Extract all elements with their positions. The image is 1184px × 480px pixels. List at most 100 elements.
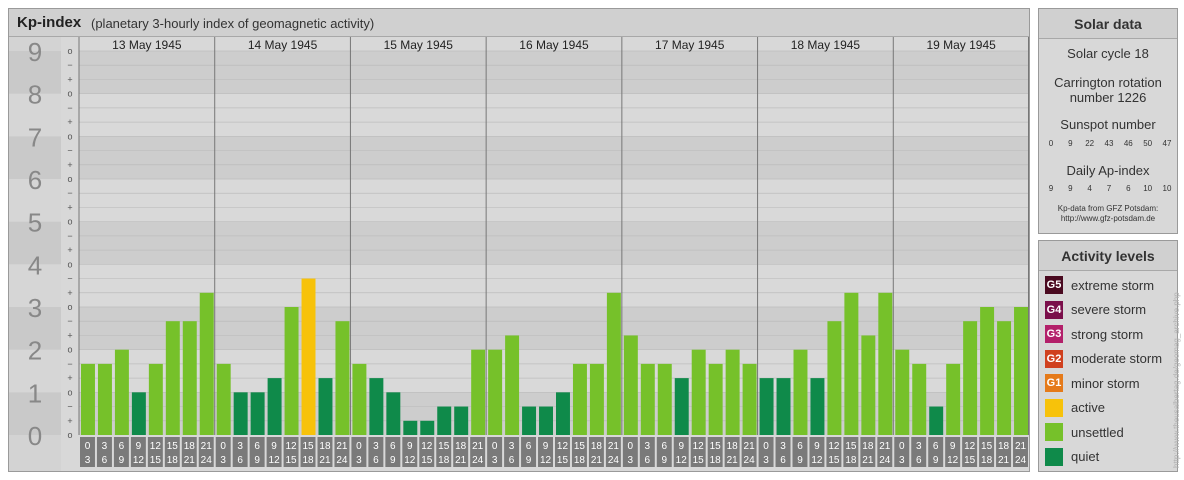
interval-start-label: 18 — [862, 441, 874, 452]
solar-data-title: Solar data — [1039, 9, 1177, 39]
minor-tick-label: o — [67, 302, 72, 312]
interval-end-label: 6 — [102, 455, 108, 466]
interval-end-label: 18 — [845, 455, 857, 466]
minor-tick-label: − — [67, 359, 72, 369]
ap-value: 9 — [1048, 184, 1054, 193]
interval-start-label: 15 — [438, 441, 450, 452]
interval-end-label: 15 — [557, 455, 569, 466]
kp-bar — [505, 335, 520, 435]
kp-bar — [606, 292, 621, 435]
day-label: 19 May 1945 — [926, 38, 996, 52]
interval-end-label: 15 — [693, 455, 705, 466]
ap-value: 9 — [1068, 184, 1073, 193]
level-swatch — [1045, 447, 1063, 466]
activity-level-unsettled: unsettled — [1045, 422, 1124, 442]
ap-label: Daily Ap-index — [1066, 163, 1150, 178]
interval-start-label: 9 — [271, 441, 277, 452]
interval-end-label: 12 — [540, 455, 552, 466]
kp-bar — [742, 363, 757, 435]
interval-start-label: 21 — [608, 441, 620, 452]
interval-end-label: 18 — [574, 455, 586, 466]
ap-value: 7 — [1106, 184, 1112, 193]
minor-tick-label: + — [67, 416, 72, 426]
sunspot-label: Sunspot number — [1060, 117, 1156, 132]
interval-end-label: 21 — [998, 455, 1010, 466]
minor-tick-label: − — [67, 274, 72, 284]
interval-end-label: 3 — [356, 455, 362, 466]
interval-start-label: 3 — [916, 441, 922, 452]
sunspot-value: 0 — [1048, 139, 1054, 148]
interval-start-label: 21 — [879, 441, 891, 452]
kp-bar — [369, 378, 384, 435]
activity-level-severe-storm: G4 severe storm — [1045, 300, 1146, 320]
activity-level-strong-storm: G3 strong storm — [1045, 324, 1143, 344]
minor-tick-label: + — [67, 202, 72, 212]
day-label: 18 May 1945 — [791, 38, 861, 52]
day-label: 16 May 1945 — [519, 38, 589, 52]
kp-bar — [691, 349, 706, 435]
minor-tick-label: + — [67, 74, 72, 84]
level-label: strong storm — [1071, 326, 1144, 342]
interval-start-label: 3 — [509, 441, 515, 452]
interval-start-label: 9 — [678, 441, 684, 452]
sunspot-value: 9 — [1068, 139, 1073, 148]
interval-start-label: 21 — [744, 441, 756, 452]
interval-start-label: 6 — [661, 441, 667, 452]
interval-end-label: 24 — [608, 455, 620, 466]
source-line1: Kp-data from GFZ Potsdam: — [1057, 204, 1159, 213]
interval-end-label: 18 — [981, 455, 993, 466]
interval-start-label: 21 — [1015, 441, 1027, 452]
minor-tick-label: o — [67, 217, 72, 227]
kp-bar — [674, 378, 689, 435]
interval-start-label: 6 — [254, 441, 260, 452]
day-label: 13 May 1945 — [112, 38, 182, 52]
sunspot-value: 47 — [1162, 139, 1172, 148]
minor-tick-label: o — [67, 131, 72, 141]
minor-tick-label: − — [67, 188, 72, 198]
activity-levels-title: Activity levels — [1039, 241, 1177, 271]
interval-start-label: 12 — [150, 441, 162, 452]
kp-bar — [420, 420, 435, 435]
kp-bar — [81, 363, 95, 435]
y-tick-label: 4 — [28, 250, 42, 280]
kp-band — [79, 51, 1029, 94]
interval-start-label: 18 — [319, 441, 331, 452]
kp-bar — [623, 335, 638, 435]
interval-end-label: 24 — [744, 455, 756, 466]
carrington-line2: number 1226 — [1069, 90, 1147, 105]
interval-start-label: 15 — [302, 441, 314, 452]
interval-end-label: 3 — [763, 455, 769, 466]
interval-start-label: 9 — [136, 441, 142, 452]
minor-tick-label: o — [67, 259, 72, 269]
level-label: extreme storm — [1071, 277, 1155, 293]
interval-end-label: 15 — [828, 455, 840, 466]
sunspot-value: 50 — [1143, 139, 1153, 148]
kp-bar — [454, 406, 469, 435]
interval-end-label: 6 — [373, 455, 379, 466]
kp-bar — [980, 307, 995, 435]
interval-end-label: 24 — [336, 455, 348, 466]
interval-end-label: 21 — [727, 455, 739, 466]
y-tick-label: 3 — [28, 293, 42, 323]
minor-tick-label: + — [67, 245, 72, 255]
kp-bar — [199, 292, 214, 435]
minor-tick-label: o — [67, 430, 72, 440]
ap-value: 10 — [1162, 184, 1172, 193]
minor-tick-label: o — [67, 174, 72, 184]
interval-end-label: 3 — [492, 455, 498, 466]
kp-bar — [657, 363, 672, 435]
kp-bar — [488, 349, 503, 435]
interval-start-label: 12 — [285, 441, 297, 452]
interval-end-label: 21 — [455, 455, 467, 466]
source-line2: http://www.gfz-potsdam.de — [1060, 214, 1156, 223]
y-tick-label: 1 — [28, 378, 42, 408]
interval-end-label: 12 — [404, 455, 416, 466]
interval-start-label: 12 — [964, 441, 976, 452]
interval-end-label: 9 — [254, 455, 260, 466]
interval-end-label: 3 — [220, 455, 226, 466]
minor-tick-label: − — [67, 103, 72, 113]
ap-value: 6 — [1126, 184, 1131, 193]
kp-bar — [895, 349, 910, 435]
kp-bar — [182, 321, 197, 435]
kp-bar — [148, 363, 163, 435]
